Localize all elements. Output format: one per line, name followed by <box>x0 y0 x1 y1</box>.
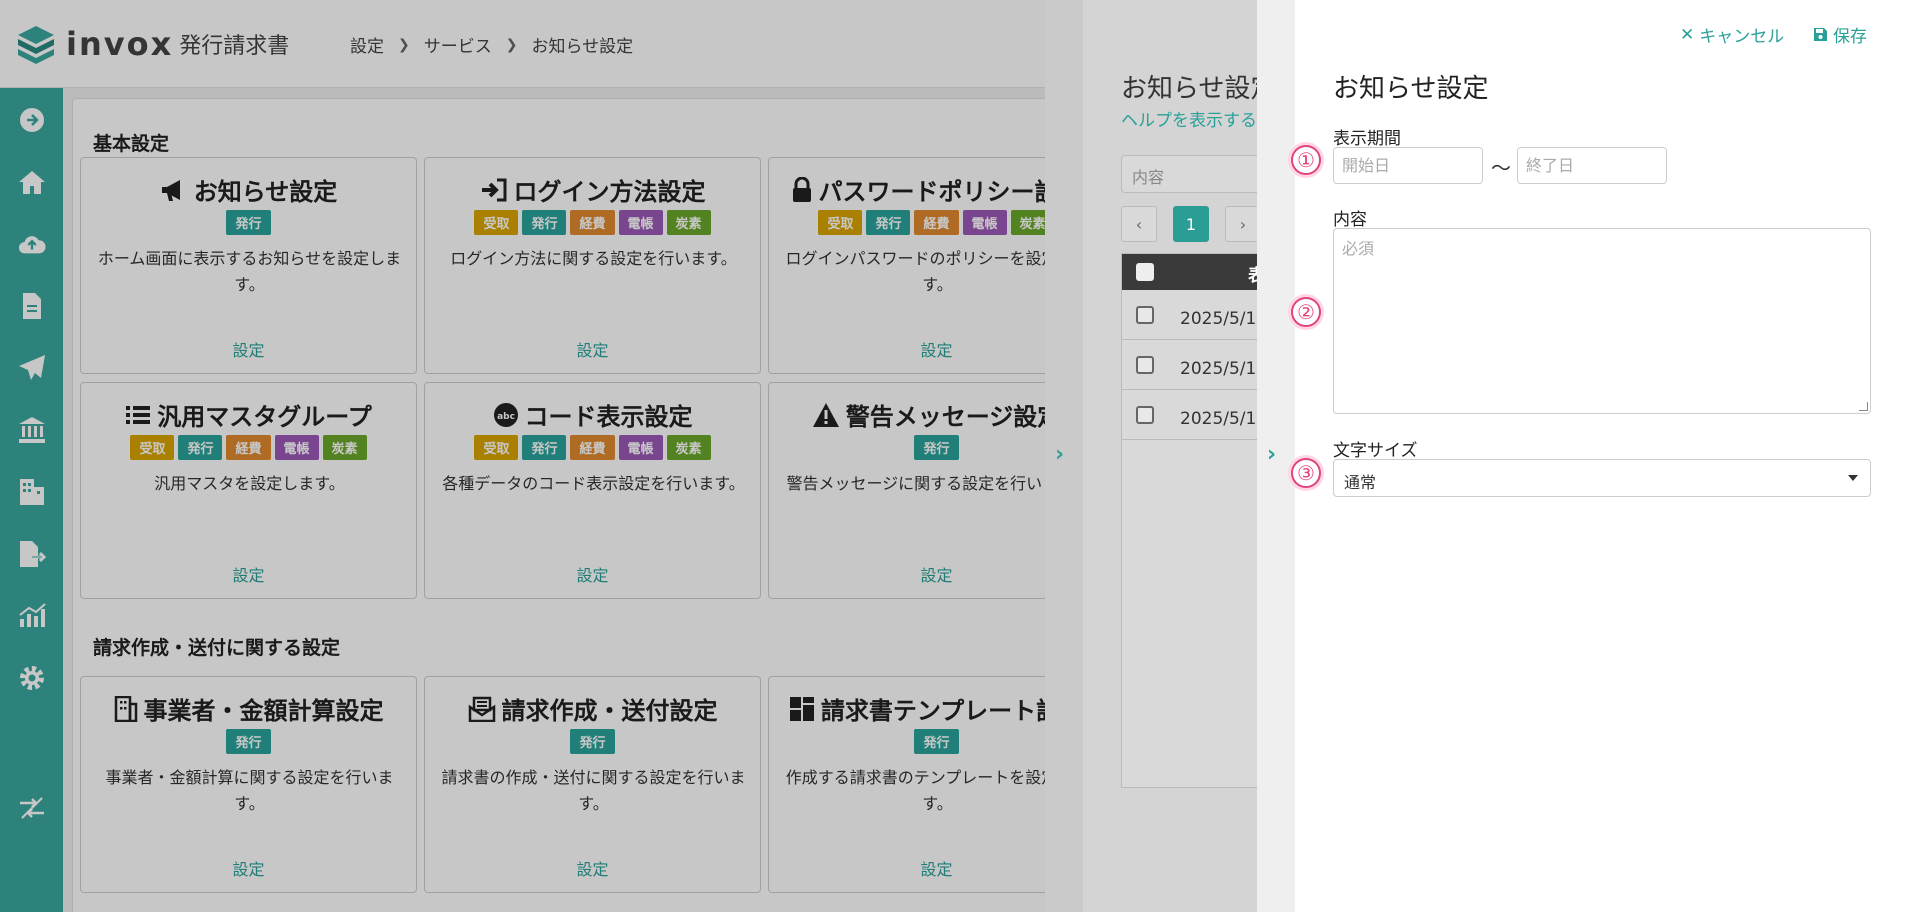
range-separator: 〜 <box>1491 156 1511 180</box>
notice-edit-drawer: › ✕ キャンセル 保存 お知らせ設定 ① 表示期間 〜 ② 内容 ③ 文字サイ… <box>1257 0 1920 912</box>
drawer-list-title: お知らせ設定 <box>1121 74 1277 104</box>
chevron-right-icon[interactable]: › <box>1055 442 1064 467</box>
pagination-prev-button[interactable]: ‹ <box>1121 206 1157 242</box>
row-checkbox[interactable] <box>1136 406 1154 424</box>
save-icon <box>1814 28 1827 41</box>
chevron-down-icon <box>1848 475 1858 481</box>
close-icon: ✕ <box>1680 24 1695 45</box>
save-label: 保存 <box>1833 27 1867 47</box>
marker-1: ① <box>1291 145 1321 175</box>
select-all-checkbox[interactable] <box>1136 263 1154 281</box>
cancel-label: キャンセル <box>1699 27 1785 47</box>
content-label: 内容 <box>1333 210 1367 230</box>
pagination-next-button[interactable]: › <box>1225 206 1261 242</box>
save-button[interactable]: 保存 <box>1813 22 1867 47</box>
row-checkbox[interactable] <box>1136 306 1154 324</box>
help-link[interactable]: ヘルプを表示する <box>1121 106 1257 131</box>
end-date-input[interactable] <box>1517 147 1667 184</box>
period-label: 表示期間 <box>1333 129 1401 149</box>
row-checkbox[interactable] <box>1136 356 1154 374</box>
font-size-select[interactable]: 通常 <box>1333 459 1871 497</box>
marker-3: ③ <box>1291 458 1321 488</box>
form-title: お知らせ設定 <box>1333 74 1489 104</box>
textarea-resize-handle[interactable] <box>1859 402 1868 411</box>
start-date-input[interactable] <box>1333 147 1483 184</box>
cancel-button[interactable]: ✕ キャンセル <box>1680 22 1785 48</box>
chevron-right-icon[interactable]: › <box>1267 442 1276 467</box>
font-size-label: 文字サイズ <box>1333 441 1418 461</box>
marker-2: ② <box>1291 297 1321 327</box>
pagination-page-1[interactable]: 1 <box>1173 206 1209 242</box>
font-size-value: 通常 <box>1344 473 1377 492</box>
content-textarea[interactable] <box>1333 228 1871 414</box>
